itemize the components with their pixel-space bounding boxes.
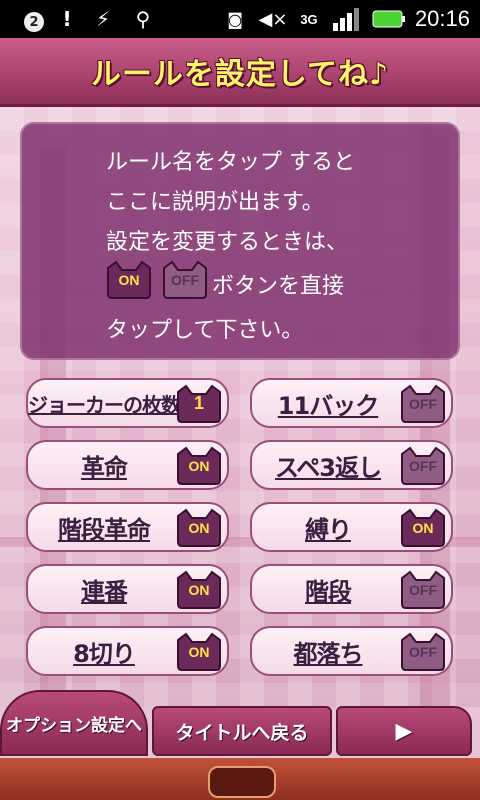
spade3-return-toggle[interactable]: OFF xyxy=(398,446,448,486)
info-line-1: ルール名をタップ すると xyxy=(106,150,355,175)
rule-sequence[interactable]: 連番 ON xyxy=(26,564,229,614)
clock: 20:16 xyxy=(414,6,470,31)
rule-label[interactable]: 11バック xyxy=(258,380,398,426)
rule-capital-fall[interactable]: 都落ち OFF xyxy=(250,626,453,676)
rule-label[interactable]: 階段革命 xyxy=(34,504,174,550)
revolution-toggle[interactable]: ON xyxy=(174,446,224,486)
off-toggle-sample: OFF xyxy=(160,260,210,300)
rule-label[interactable]: 8切り xyxy=(34,628,174,674)
on-toggle-sample: ON xyxy=(104,260,154,300)
rule-11-back[interactable]: 11バック OFF xyxy=(250,378,453,428)
mute-icon: ◀× xyxy=(258,8,288,30)
battery-icon xyxy=(372,6,406,32)
rule-label[interactable]: 縛り xyxy=(258,504,398,550)
usb-icon: ⚲ xyxy=(135,7,151,31)
header-bar: ルールを設定してね♪ xyxy=(0,38,480,107)
rule-joker-count[interactable]: ジョーカーの枚数 1 xyxy=(26,378,229,428)
info-line-5: タップして下さい。 xyxy=(106,318,304,343)
joker-count-toggle[interactable]: 1 xyxy=(174,384,224,424)
notification-count-badge: 2 xyxy=(24,12,44,32)
info-line-2: ここに説明が出ます。 xyxy=(106,190,324,215)
eight-cut-toggle[interactable]: ON xyxy=(174,632,224,672)
rule-eight-cut[interactable]: 8切り ON xyxy=(26,626,229,676)
page-title: ルールを設定してね♪ xyxy=(90,57,390,92)
rule-revolution[interactable]: 革命 ON xyxy=(26,440,229,490)
status-bar: ▲ 2 ! ⚡ ⚲ ◙ ◀× 3G 20:16 xyxy=(0,0,480,38)
rule-binding[interactable]: 縛り ON xyxy=(250,502,453,552)
info-line-4: ボタンを直接 xyxy=(212,274,345,299)
stairs-revolution-toggle[interactable]: ON xyxy=(174,508,224,548)
options-button[interactable]: オプション設定へ xyxy=(0,690,148,756)
rule-label[interactable]: 都落ち xyxy=(258,628,398,674)
binding-toggle[interactable]: ON xyxy=(398,508,448,548)
sequence-toggle[interactable]: ON xyxy=(174,570,224,610)
rule-label[interactable]: 連番 xyxy=(34,566,174,612)
rule-stairs-revolution[interactable]: 階段革命 ON xyxy=(26,502,229,552)
info-line-3: 設定を変更するときは、 xyxy=(106,230,349,255)
rule-label[interactable]: スペ3返し xyxy=(258,442,398,488)
usb-debug-icon: ⚡ xyxy=(95,7,111,31)
stairs-toggle[interactable]: OFF xyxy=(398,570,448,610)
rule-label[interactable]: 革命 xyxy=(34,442,174,488)
11-back-toggle[interactable]: OFF xyxy=(398,384,448,424)
next-button[interactable]: ▶ xyxy=(336,706,472,756)
rule-spade3-return[interactable]: スペ3返し OFF xyxy=(250,440,453,490)
rule-label[interactable]: ジョーカーの枚数 xyxy=(28,380,181,426)
app-logo xyxy=(208,766,276,798)
signal-icon xyxy=(330,6,362,32)
alert-icon: ! xyxy=(62,7,72,31)
back-to-title-button[interactable]: タイトルへ戻る xyxy=(152,706,332,756)
voicemail-icon: ◙ xyxy=(227,9,243,29)
capital-fall-toggle[interactable]: OFF xyxy=(398,632,448,672)
network-type-label: 3G xyxy=(300,11,318,27)
rule-stairs[interactable]: 階段 OFF xyxy=(250,564,453,614)
info-panel: ルール名をタップ すると ここに説明が出ます。 設定を変更するときは、 ON O… xyxy=(20,122,460,360)
rule-label[interactable]: 階段 xyxy=(258,566,398,612)
